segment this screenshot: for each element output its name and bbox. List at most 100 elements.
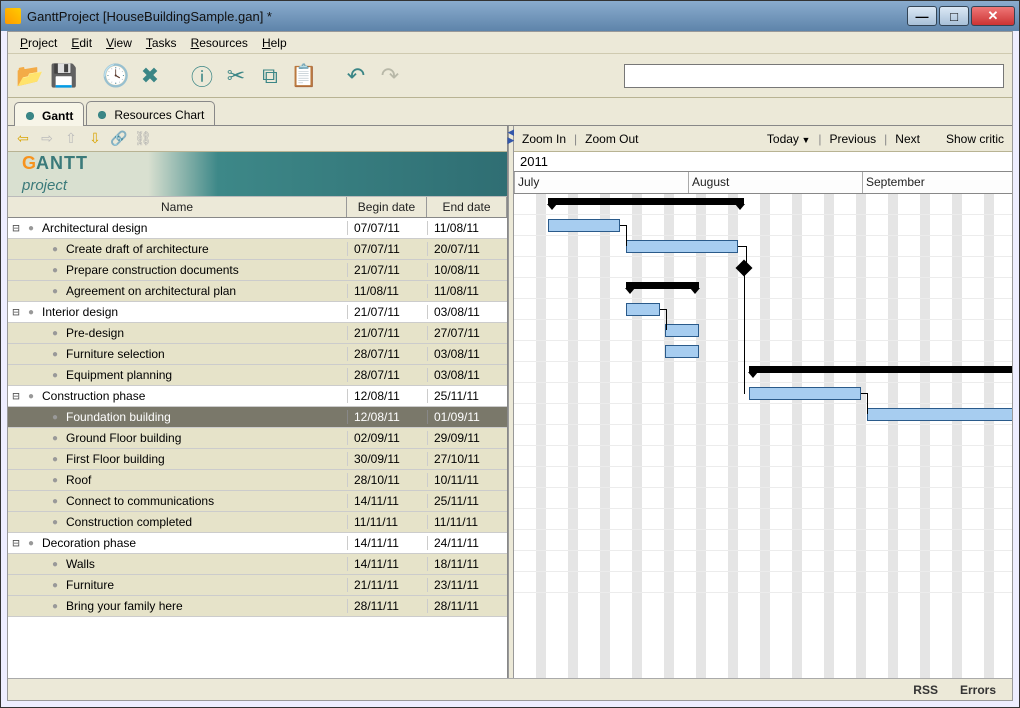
summary-bar[interactable]: [749, 366, 1012, 373]
menu-help[interactable]: Help: [256, 34, 293, 52]
maximize-button[interactable]: □: [939, 6, 969, 26]
task-end: 18/11/11: [427, 557, 507, 571]
task-table[interactable]: ●Architectural design07/07/1111/08/11●Cr…: [8, 218, 507, 678]
next-button[interactable]: Next: [893, 130, 922, 148]
table-row[interactable]: ●Foundation building12/08/1101/09/11: [8, 407, 507, 428]
bullet-icon: ●: [52, 286, 66, 297]
tab-gantt[interactable]: Gantt: [14, 102, 84, 126]
minimize-button[interactable]: —: [907, 6, 937, 26]
status-rss[interactable]: RSS: [913, 683, 938, 697]
link-icon[interactable]: 🔗: [108, 128, 130, 150]
paste-icon[interactable]: 📋: [290, 62, 318, 90]
col-end[interactable]: End date: [427, 197, 507, 217]
window-title: GanttProject [HouseBuildingSample.gan] *: [27, 9, 907, 24]
nav-back-icon[interactable]: ⇦: [12, 128, 34, 150]
previous-button[interactable]: Previous: [827, 130, 878, 148]
app-icon: [5, 8, 21, 24]
properties-icon[interactable]: ⓘ: [188, 62, 216, 90]
task-begin: 21/11/11: [347, 578, 427, 592]
summary-bar[interactable]: [548, 198, 744, 205]
copy-icon[interactable]: ⧉: [256, 62, 284, 90]
new-task-icon[interactable]: 🕓: [102, 62, 130, 90]
table-row[interactable]: ●Equipment planning28/07/1103/08/11: [8, 365, 507, 386]
task-end: 28/11/11: [427, 599, 507, 613]
summary-bar[interactable]: [626, 282, 699, 289]
delete-icon[interactable]: ✖: [136, 62, 164, 90]
cut-icon[interactable]: ✂: [222, 62, 250, 90]
table-row[interactable]: ●Construction completed11/11/1111/11/11: [8, 512, 507, 533]
task-name: Pre-design: [66, 326, 347, 340]
table-row[interactable]: ●Ground Floor building02/09/1129/09/11: [8, 428, 507, 449]
chart-area[interactable]: [514, 194, 1012, 678]
titlebar[interactable]: GanttProject [HouseBuildingSample.gan] *…: [1, 1, 1019, 31]
task-end: 10/11/11: [427, 473, 507, 487]
task-begin: 07/07/11: [347, 242, 427, 256]
task-end: 11/11/11: [427, 515, 507, 529]
tab-gantt-label: Gantt: [42, 109, 73, 123]
collapse-icon[interactable]: [8, 389, 24, 403]
redo-icon[interactable]: ↷: [376, 62, 404, 90]
save-icon[interactable]: 💾: [50, 62, 78, 90]
table-row[interactable]: ●Bring your family here28/11/1128/11/11: [8, 596, 507, 617]
table-row[interactable]: ●Construction phase12/08/1125/11/11: [8, 386, 507, 407]
table-row[interactable]: ●Pre-design21/07/1127/07/11: [8, 323, 507, 344]
zoom-out-button[interactable]: Zoom Out: [583, 130, 640, 148]
bullet-icon: ●: [28, 223, 42, 234]
nav-up-icon[interactable]: ⇧: [60, 128, 82, 150]
menu-project[interactable]: Project: [14, 34, 63, 52]
search-input[interactable]: [624, 64, 1004, 88]
task-bar[interactable]: [626, 240, 738, 253]
task-bar[interactable]: [548, 219, 620, 232]
unlink-icon[interactable]: ⛓: [132, 128, 154, 150]
tab-resources[interactable]: Resources Chart: [86, 101, 215, 125]
table-row[interactable]: ●Prepare construction documents21/07/111…: [8, 260, 507, 281]
zoom-in-button[interactable]: Zoom In: [520, 130, 568, 148]
collapse-icon[interactable]: [8, 305, 24, 319]
table-row[interactable]: ●Connect to communications14/11/1125/11/…: [8, 491, 507, 512]
menu-resources[interactable]: Resources: [185, 34, 254, 52]
close-button[interactable]: ✕: [971, 6, 1015, 26]
table-row[interactable]: ●Roof28/10/1110/11/11: [8, 470, 507, 491]
task-end: 23/11/11: [427, 578, 507, 592]
table-row[interactable]: ●Decoration phase14/11/1124/11/11: [8, 533, 507, 554]
task-bar[interactable]: [749, 387, 861, 400]
collapse-icon[interactable]: [8, 536, 24, 550]
task-end: 11/08/11: [427, 221, 507, 235]
undo-icon[interactable]: ↶: [342, 62, 370, 90]
bullet-icon: ●: [52, 517, 66, 528]
table-row[interactable]: ●Architectural design07/07/1111/08/11: [8, 218, 507, 239]
table-row[interactable]: ●Agreement on architectural plan11/08/11…: [8, 281, 507, 302]
task-bar[interactable]: [626, 303, 660, 316]
table-row[interactable]: ●Walls14/11/1118/11/11: [8, 554, 507, 575]
task-bar[interactable]: [867, 408, 1012, 421]
today-button[interactable]: Today: [765, 130, 812, 148]
menu-tasks[interactable]: Tasks: [140, 34, 183, 52]
month-label: July: [518, 175, 539, 189]
collapse-icon[interactable]: [8, 221, 24, 235]
table-row[interactable]: ●First Floor building30/09/1127/10/11: [8, 449, 507, 470]
col-name[interactable]: Name: [8, 197, 347, 217]
table-row[interactable]: ●Furniture21/11/1123/11/11: [8, 575, 507, 596]
show-critical-button[interactable]: Show critic: [944, 130, 1006, 148]
table-row[interactable]: ●Furniture selection28/07/1103/08/11: [8, 344, 507, 365]
table-row[interactable]: ●Create draft of architecture07/07/1120/…: [8, 239, 507, 260]
table-row[interactable]: ●Interior design21/07/1103/08/11: [8, 302, 507, 323]
task-begin: 28/11/11: [347, 599, 427, 613]
menubar: Project Edit View Tasks Resources Help: [8, 32, 1012, 54]
bullet-icon: ●: [52, 433, 66, 444]
open-icon[interactable]: 📂: [16, 62, 44, 90]
task-bar[interactable]: [665, 324, 699, 337]
task-name: Bring your family here: [66, 599, 347, 613]
task-end: 29/09/11: [427, 431, 507, 445]
tab-resources-label: Resources Chart: [114, 108, 204, 122]
task-name: First Floor building: [66, 452, 347, 466]
col-begin[interactable]: Begin date: [347, 197, 427, 217]
status-errors[interactable]: Errors: [960, 683, 996, 697]
gantt-chart-pane: Zoom In | Zoom Out Today | Previous | Ne…: [514, 126, 1012, 678]
tabbar: Gantt Resources Chart: [8, 98, 1012, 126]
nav-down-icon[interactable]: ⇩: [84, 128, 106, 150]
task-bar[interactable]: [665, 345, 699, 358]
menu-view[interactable]: View: [100, 34, 138, 52]
menu-edit[interactable]: Edit: [65, 34, 98, 52]
nav-fwd-icon[interactable]: ⇨: [36, 128, 58, 150]
